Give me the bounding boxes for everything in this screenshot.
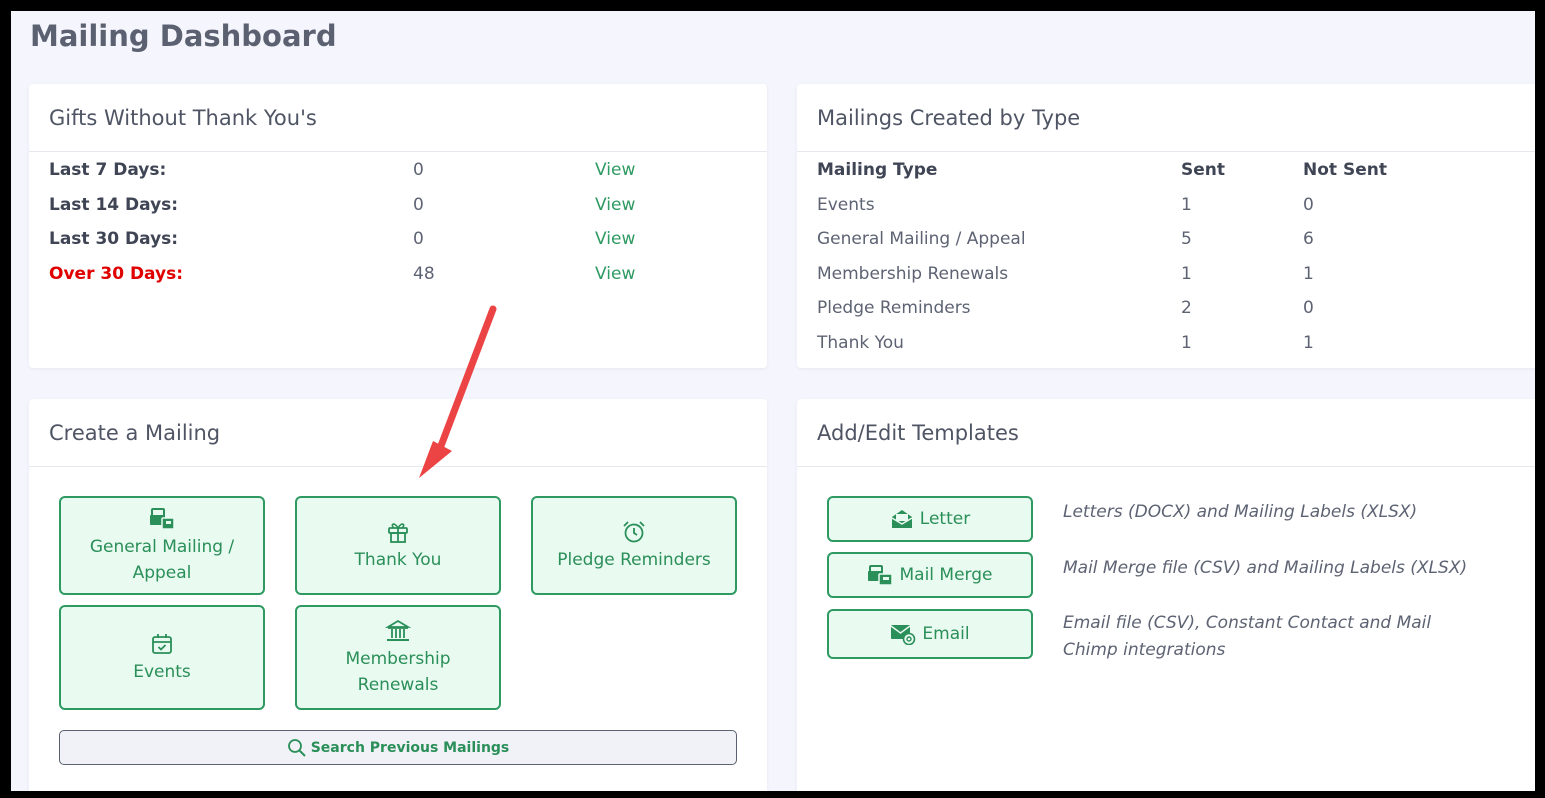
gift-row-label: Last 30 Days: xyxy=(49,229,179,249)
gift-row-30-days: Last 30 Days: 0 View xyxy=(49,229,749,253)
create-card-title: Create a Mailing xyxy=(29,399,767,467)
mailing-type: General Mailing / Appeal xyxy=(817,229,1026,249)
create-mailing-card: Create a Mailing General Mailing / Appea… xyxy=(29,399,767,791)
table-row: Events 1 0 xyxy=(817,195,1535,219)
search-icon xyxy=(287,738,306,757)
button-label: Renewals xyxy=(357,674,439,695)
templates-card-title: Add/Edit Templates xyxy=(797,399,1535,467)
gifts-card-title: Gifts Without Thank You's xyxy=(29,84,767,152)
events-button[interactable]: Events xyxy=(59,605,265,710)
gift-row-over-30-days: Over 30 Days: 48 View xyxy=(49,264,749,288)
column-header-not-sent: Not Sent xyxy=(1303,160,1387,180)
mailing-type: Events xyxy=(817,195,875,215)
not-sent-count: 1 xyxy=(1303,264,1314,284)
page-title: Mailing Dashboard xyxy=(30,19,337,53)
view-link-7-days[interactable]: View xyxy=(595,160,635,180)
general-mailing-appeal-button[interactable]: General Mailing / Appeal xyxy=(59,496,265,595)
template-button-label: Letter xyxy=(919,509,971,529)
mail-merge-template-button[interactable]: Mail Merge xyxy=(827,552,1033,598)
types-card-title: Mailings Created by Type xyxy=(797,84,1535,152)
button-label: Thank You xyxy=(354,549,442,570)
table-row: Pledge Reminders 2 0 xyxy=(817,298,1535,322)
gift-row-14-days: Last 14 Days: 0 View xyxy=(49,195,749,219)
alarm-clock-icon xyxy=(623,520,645,542)
sent-count: 5 xyxy=(1181,229,1192,249)
button-label: General Mailing / xyxy=(89,536,235,557)
mailing-type: Pledge Reminders xyxy=(817,298,971,318)
not-sent-count: 1 xyxy=(1303,333,1314,353)
mailing-type: Membership Renewals xyxy=(817,264,1009,284)
column-header-type: Mailing Type xyxy=(817,160,938,180)
column-header-sent: Sent xyxy=(1181,160,1226,180)
gift-row-label: Last 7 Days: xyxy=(49,160,167,180)
not-sent-count: 6 xyxy=(1303,229,1314,249)
table-row: General Mailing / Appeal 5 6 xyxy=(817,229,1535,253)
button-label: Events xyxy=(133,661,191,682)
not-sent-count: 0 xyxy=(1303,298,1314,318)
pledge-reminders-button[interactable]: Pledge Reminders xyxy=(531,496,737,595)
template-description: Letters (DOCX) and Mailing Labels (XLSX) xyxy=(1063,502,1418,522)
sent-count: 1 xyxy=(1181,195,1192,215)
button-label: Pledge Reminders xyxy=(557,549,711,570)
sent-count: 1 xyxy=(1181,264,1192,284)
gift-row-count: 0 xyxy=(413,195,424,215)
view-link-over-30-days[interactable]: View xyxy=(595,264,635,284)
gifts-without-thank-you-card: Gifts Without Thank You's Last 7 Days: 0… xyxy=(29,84,767,368)
gift-row-count: 0 xyxy=(413,229,424,249)
table-row: Membership Renewals 1 1 xyxy=(817,264,1535,288)
search-button-label: Search Previous Mailings xyxy=(310,739,510,756)
bank-icon xyxy=(385,619,411,641)
gift-row-label: Last 14 Days: xyxy=(49,195,179,215)
gift-icon xyxy=(388,522,408,543)
membership-renewals-button[interactable]: Membership Renewals xyxy=(295,605,501,710)
sent-count: 1 xyxy=(1181,333,1192,353)
view-link-30-days[interactable]: View xyxy=(595,229,635,249)
mail-bulk-icon xyxy=(150,507,175,530)
template-button-label: Email xyxy=(922,624,970,644)
button-label: Membership xyxy=(345,648,451,669)
templates-card: Add/Edit Templates Letter Letters (DOCX)… xyxy=(797,399,1535,791)
mailing-type: Thank You xyxy=(817,333,904,353)
email-template-button[interactable]: Email xyxy=(827,609,1033,659)
thank-you-button[interactable]: Thank You xyxy=(295,496,501,595)
button-label: Appeal xyxy=(132,562,192,583)
mail-bulk-icon xyxy=(868,565,894,586)
letter-template-button[interactable]: Letter xyxy=(827,496,1033,542)
template-description: Mail Merge file (CSV) and Mailing Labels… xyxy=(1063,558,1468,578)
types-table-header: Mailing Type Sent Not Sent xyxy=(817,160,1535,184)
gift-row-count: 0 xyxy=(413,160,424,180)
search-previous-mailings-button[interactable]: Search Previous Mailings xyxy=(59,730,737,765)
template-button-label: Mail Merge xyxy=(899,565,993,585)
envelope-at-icon xyxy=(890,625,916,645)
not-sent-count: 0 xyxy=(1303,195,1314,215)
gift-row-count: 48 xyxy=(413,264,435,284)
view-link-14-days[interactable]: View xyxy=(595,195,635,215)
dashboard-frame: Mailing Dashboard Gifts Without Thank Yo… xyxy=(11,11,1535,791)
table-row: Thank You 1 1 xyxy=(817,333,1535,357)
calendar-check-icon xyxy=(152,633,172,654)
gift-row-7-days: Last 7 Days: 0 View xyxy=(49,160,749,184)
envelope-open-icon xyxy=(891,510,913,528)
template-description: Email file (CSV), Constant Contact and M… xyxy=(1063,613,1432,660)
gift-row-label-warning: Over 30 Days: xyxy=(49,264,183,284)
mailings-by-type-card: Mailings Created by Type Mailing Type Se… xyxy=(797,84,1535,368)
sent-count: 2 xyxy=(1181,298,1192,318)
